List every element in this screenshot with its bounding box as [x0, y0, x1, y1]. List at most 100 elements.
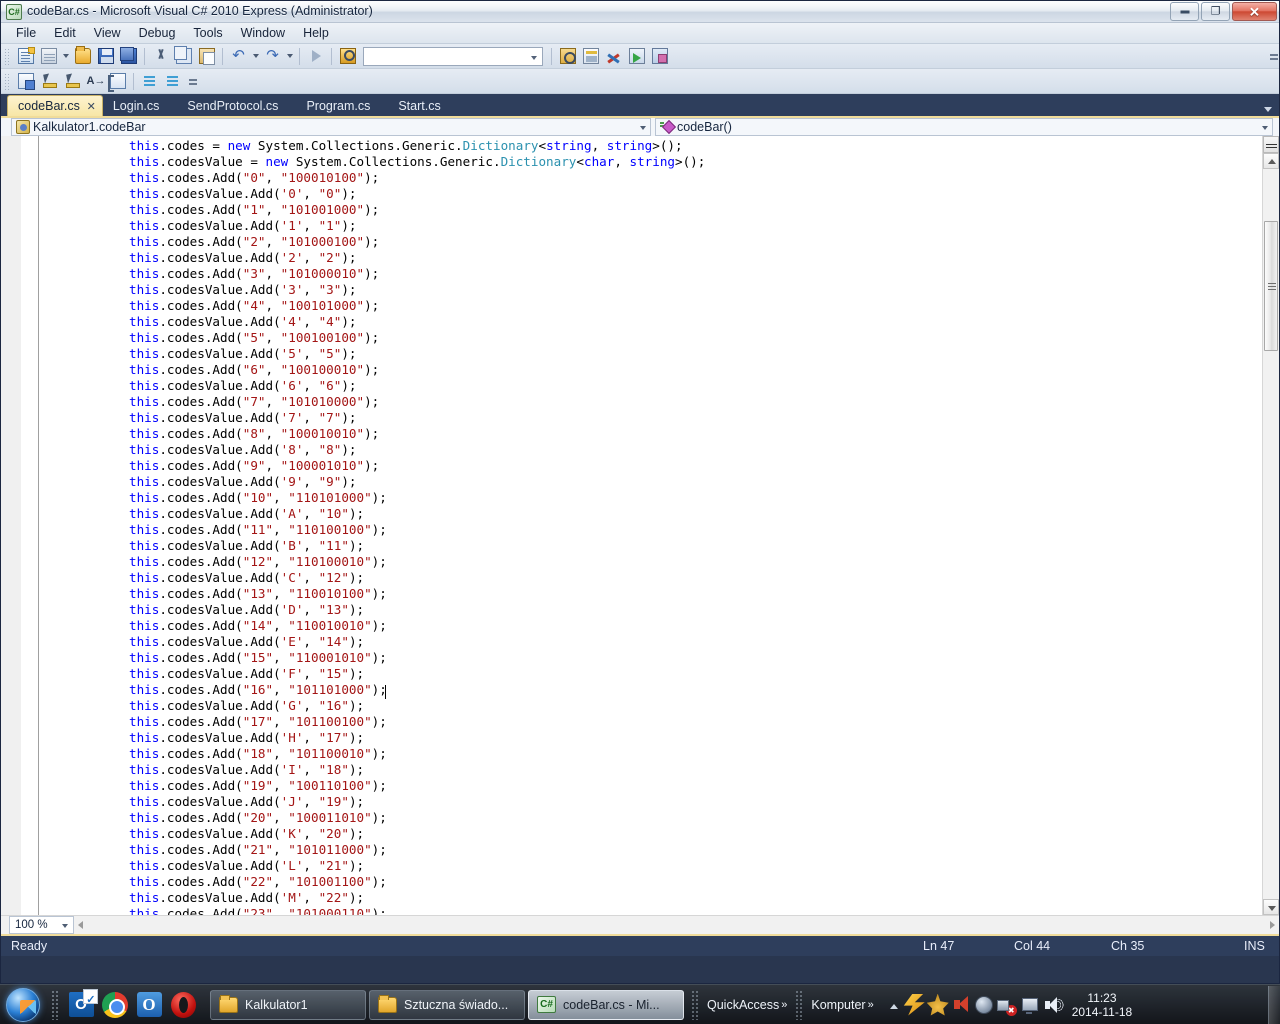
tab-program-cs[interactable]: Program.cs: [288, 95, 380, 116]
start-debugging-button[interactable]: [304, 45, 327, 67]
tab-list-dropdown-icon[interactable]: [1263, 103, 1273, 113]
menu-item-window[interactable]: Window: [232, 23, 294, 43]
redo-icon: [265, 48, 281, 64]
show-desktop-button[interactable]: [1268, 985, 1280, 1024]
code-editor[interactable]: this.codes = new System.Collections.Gene…: [1, 136, 1279, 915]
horizontal-scroll-track[interactable]: [88, 917, 1265, 933]
undo-button[interactable]: [227, 45, 250, 67]
new-project-button[interactable]: [37, 45, 60, 67]
copy-button[interactable]: [172, 45, 195, 67]
taskbar-item-codebar[interactable]: C# codeBar.cs - Mi...: [528, 989, 684, 1020]
tab-login-cs[interactable]: Login.cs: [103, 95, 170, 116]
menu-item-file[interactable]: File: [7, 23, 45, 43]
new-file-button[interactable]: [14, 45, 37, 67]
close-button[interactable]: ✕: [1232, 2, 1277, 21]
cut-button[interactable]: [149, 45, 172, 67]
code-text-area[interactable]: this.codes = new System.Collections.Gene…: [39, 136, 1262, 915]
flash-icon[interactable]: [903, 993, 925, 1016]
zoom-dropdown[interactable]: 100 %: [9, 916, 74, 934]
menu-item-tools[interactable]: Tools: [184, 23, 231, 43]
code-line: this.codes.Add("7", "101010000");: [129, 394, 380, 409]
menu-item-help[interactable]: Help: [294, 23, 338, 43]
toolbar-grip[interactable]: [4, 47, 11, 65]
word-wrap-button[interactable]: [83, 70, 106, 92]
tab-start-cs[interactable]: Start.cs: [380, 95, 450, 116]
save-button[interactable]: [94, 45, 117, 67]
redo-button[interactable]: [261, 45, 284, 67]
code-line: this.codesValue = new System.Collections…: [129, 154, 706, 169]
find-combo[interactable]: [363, 46, 543, 66]
minimize-button[interactable]: [1170, 2, 1199, 21]
paste-button[interactable]: [195, 45, 218, 67]
vertical-scrollbar[interactable]: [1262, 136, 1279, 915]
increase-indent-button[interactable]: [138, 70, 161, 92]
tab-codebar-cs[interactable]: codeBar.cs ✕: [7, 95, 103, 116]
show-hidden-icons-button[interactable]: [886, 997, 902, 1013]
menu-item-view[interactable]: View: [85, 23, 130, 43]
hscroll-right-button[interactable]: [1265, 917, 1279, 933]
taskbar-item-kalkulator1[interactable]: Kalkulator1: [210, 989, 366, 1020]
navigate-to-button[interactable]: [60, 70, 83, 92]
find-symbol-button[interactable]: [37, 70, 60, 92]
code-line: this.codes.Add("8", "100010010");: [129, 426, 380, 441]
taskbar-item-sztuczna[interactable]: Sztuczna świado...: [369, 989, 525, 1020]
open-file-button[interactable]: [71, 45, 94, 67]
scroll-down-button[interactable]: [1263, 899, 1279, 915]
tab-sendprotocol-cs[interactable]: SendProtocol.cs: [169, 95, 288, 116]
toolbar-grip[interactable]: [795, 989, 804, 1020]
restore-button[interactable]: ❐: [1201, 2, 1230, 21]
toolbar-grip[interactable]: [691, 989, 699, 1020]
indicator-margin[interactable]: [1, 136, 21, 915]
find-in-files-button[interactable]: [336, 45, 359, 67]
start-button[interactable]: [2, 986, 46, 1024]
close-icon[interactable]: ✕: [87, 100, 96, 113]
object-browser-button[interactable]: [625, 45, 648, 67]
split-view-grip[interactable]: [1263, 136, 1279, 153]
scroll-up-button[interactable]: [1263, 153, 1279, 169]
class-view-button[interactable]: [14, 70, 37, 92]
member-dropdown[interactable]: codeBar(): [655, 118, 1273, 136]
quicklaunch-chrome[interactable]: [98, 988, 132, 1022]
toolbox-button[interactable]: [602, 45, 625, 67]
comment-block-icon: [107, 73, 126, 92]
redo-dropdown[interactable]: [284, 45, 295, 67]
hscroll-left-button[interactable]: [74, 917, 88, 933]
tab-label: Login.cs: [112, 98, 160, 113]
quicklaunch-opera-blue[interactable]: O: [132, 988, 166, 1022]
clock[interactable]: 11:23 2014-11-18: [1072, 991, 1133, 1019]
error-list-button[interactable]: [648, 45, 671, 67]
quicklaunch-outlook[interactable]: O: [64, 988, 98, 1022]
toolbar-komputer[interactable]: Komputer »: [807, 998, 877, 1012]
decrease-indent-button[interactable]: [161, 70, 184, 92]
new-project-dropdown[interactable]: [60, 45, 71, 67]
save-all-button[interactable]: [117, 45, 140, 67]
undo-dropdown[interactable]: [250, 45, 261, 67]
properties-window-button[interactable]: [579, 45, 602, 67]
network-icon[interactable]: [926, 993, 949, 1016]
selection-margin[interactable]: [21, 136, 39, 915]
method-icon: [660, 120, 674, 134]
volume-icon[interactable]: [1043, 994, 1065, 1016]
menu-item-debug[interactable]: Debug: [130, 23, 185, 43]
code-line: this.codes.Add("19", "100110100");: [129, 778, 387, 793]
globe-icon[interactable]: [974, 995, 993, 1014]
quicklaunch-opera[interactable]: [166, 988, 200, 1022]
class-dropdown[interactable]: Kalkulator1.codeBar: [11, 118, 651, 136]
quicklaunch-grip[interactable]: [51, 989, 59, 1020]
code-line: this.codes.Add("11", "110100100");: [129, 522, 387, 537]
solution-explorer-icon: [559, 48, 576, 64]
comment-selection-button[interactable]: [106, 70, 129, 92]
chevron-right-icon[interactable]: »: [781, 999, 787, 1011]
menu-item-edit[interactable]: Edit: [45, 23, 85, 43]
toolbar-quickaccess[interactable]: QuickAccess »: [703, 998, 791, 1012]
network-error-icon[interactable]: [995, 994, 1017, 1016]
monitor-icon[interactable]: [1019, 994, 1041, 1016]
toolbar-grip[interactable]: [4, 72, 11, 90]
toolbar-overflow-button[interactable]: [1269, 45, 1279, 67]
vertical-scroll-thumb[interactable]: [1264, 221, 1278, 351]
toolbar-overflow-button[interactable]: [188, 70, 198, 92]
code-line: this.codes.Add("3", "101000010");: [129, 266, 380, 281]
solution-explorer-button[interactable]: [556, 45, 579, 67]
chevron-right-icon[interactable]: »: [868, 999, 874, 1011]
speaker-mute-icon[interactable]: [951, 994, 973, 1016]
